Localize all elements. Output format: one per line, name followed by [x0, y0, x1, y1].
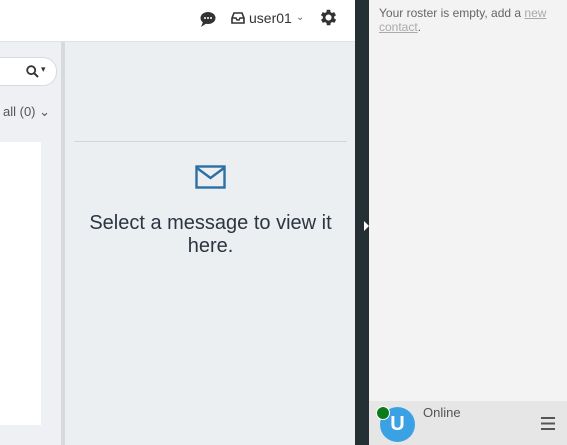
- empty-preview-message: Select a message to view it here.: [89, 212, 332, 257]
- message-list: [0, 142, 41, 425]
- chat-bubble-icon[interactable]: [199, 10, 217, 28]
- roster-divider: [355, 0, 369, 445]
- username: user01: [249, 10, 292, 26]
- status-indicator-icon: [376, 406, 390, 420]
- inbox-icon: [231, 12, 245, 24]
- filter-caret-icon: ⌄: [39, 104, 51, 119]
- roster-empty-suffix: .: [417, 20, 422, 34]
- message-list-footer: [0, 425, 62, 445]
- roster-empty-message: Your roster is empty, add a new contact.: [379, 6, 564, 34]
- message-list-column: ▾ all (0) ⌄: [0, 42, 62, 445]
- status-label[interactable]: Online: [423, 405, 461, 420]
- user-menu[interactable]: user01: [231, 9, 292, 27]
- top-bar: user01 ⌄: [0, 0, 355, 42]
- filter-label: all (0): [3, 104, 36, 119]
- message-preview-pane: Select a message to view it here.: [65, 42, 355, 445]
- roster-footer: U Online: [369, 401, 567, 445]
- roster-empty-text: Your roster is empty, add a: [379, 6, 525, 20]
- preview-divider: [74, 141, 347, 142]
- search-input[interactable]: ▾: [0, 57, 57, 86]
- hamburger-menu-icon[interactable]: [541, 417, 555, 430]
- filter-dropdown[interactable]: all (0) ⌄: [3, 104, 50, 120]
- roster-panel: Your roster is empty, add a new contact.…: [369, 0, 567, 445]
- envelope-icon: [195, 165, 226, 189]
- gear-icon[interactable]: [318, 7, 339, 28]
- search-icon[interactable]: [26, 65, 39, 78]
- user-caret-icon[interactable]: ⌄: [296, 12, 304, 23]
- search-options-caret-icon[interactable]: ▾: [41, 64, 46, 75]
